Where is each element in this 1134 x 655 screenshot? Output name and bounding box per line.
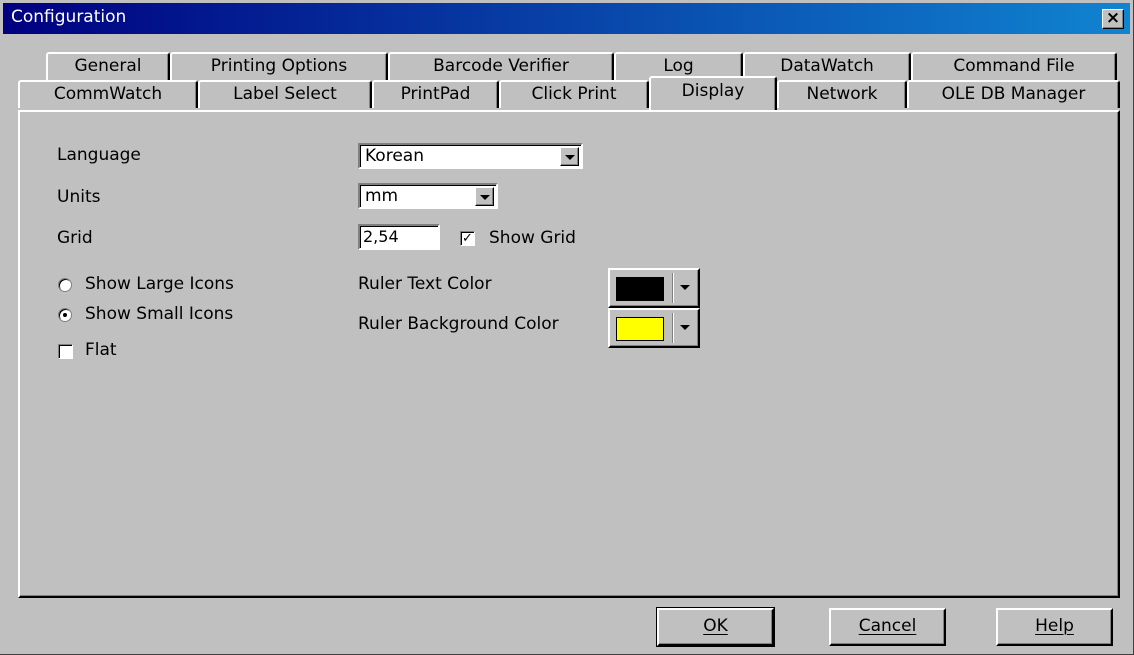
ruler-background-color-label: Ruler Background Color (358, 314, 559, 334)
language-value: Korean (365, 146, 424, 166)
tab-label: Network (806, 84, 878, 104)
ok-button[interactable]: OK (656, 607, 775, 647)
grid-value: 2,54 (363, 227, 399, 246)
tab-label: Barcode Verifier (433, 56, 569, 76)
separator (672, 313, 674, 343)
tab-label: PrintPad (400, 84, 471, 104)
tab-label: Command File (953, 56, 1075, 76)
grid-label: Grid (57, 228, 93, 248)
tab-label: OLE DB Manager (941, 84, 1086, 104)
tab-commwatch[interactable]: CommWatch (18, 80, 198, 108)
show-small-icons-label: Show Small Icons (85, 304, 234, 324)
tab-command-file[interactable]: Command File (911, 52, 1117, 80)
tab-printing-options[interactable]: Printing Options (170, 52, 388, 80)
chevron-down-icon[interactable] (680, 325, 690, 330)
help-label: Help (1035, 616, 1074, 636)
configuration-dialog: Configuration × General Printing Options… (0, 0, 1134, 655)
flat-checkbox[interactable] (58, 344, 73, 359)
tab-barcode-verifier[interactable]: Barcode Verifier (388, 52, 614, 80)
tab-label: Display (681, 81, 745, 101)
ok-label: OK (703, 616, 728, 636)
tab-click-print[interactable]: Click Print (499, 80, 649, 108)
tab-display[interactable]: Display (649, 76, 777, 110)
tab-ole-db-manager[interactable]: OLE DB Manager (907, 80, 1120, 108)
tab-label: Printing Options (210, 56, 348, 76)
units-value: mm (365, 186, 399, 206)
tab-label: CommWatch (53, 84, 163, 104)
close-icon: × (1105, 8, 1121, 28)
grid-input[interactable]: 2,54 (358, 224, 440, 250)
chevron-down-icon[interactable] (475, 187, 494, 206)
tab-printpad[interactable]: PrintPad (372, 80, 499, 108)
language-select[interactable]: Korean (358, 143, 583, 169)
flat-label: Flat (85, 340, 117, 360)
ruler-text-color-picker[interactable] (608, 268, 700, 308)
separator (672, 273, 674, 303)
show-grid-label: Show Grid (489, 228, 576, 248)
show-large-icons-radio[interactable] (58, 278, 72, 292)
window-title: Configuration (11, 7, 127, 27)
tab-general[interactable]: General (46, 52, 170, 80)
tab-label-select[interactable]: Label Select (198, 80, 372, 108)
tab-label: General (74, 56, 142, 76)
title-bar: Configuration × (3, 3, 1130, 34)
cancel-label: Cancel (858, 616, 917, 636)
ruler-background-color-swatch (616, 317, 664, 341)
units-label: Units (57, 187, 101, 207)
show-large-icons-label: Show Large Icons (85, 274, 234, 294)
tab-label: Click Print (531, 84, 617, 104)
tab-label: DataWatch (780, 56, 874, 76)
show-grid-checkbox[interactable]: ✓ (460, 231, 475, 246)
tab-network[interactable]: Network (777, 80, 907, 108)
ruler-text-color-swatch (616, 277, 664, 301)
language-label: Language (57, 145, 141, 165)
cancel-button[interactable]: Cancel (829, 608, 946, 646)
close-button[interactable]: × (1102, 9, 1124, 29)
display-tab-panel (18, 110, 1120, 598)
chevron-down-icon[interactable] (560, 147, 579, 166)
units-select[interactable]: mm (358, 183, 498, 209)
chevron-down-icon[interactable] (680, 285, 690, 290)
help-button[interactable]: Help (996, 608, 1113, 646)
tab-label: Label Select (233, 84, 337, 104)
show-small-icons-radio[interactable] (58, 308, 72, 322)
checkmark-icon: ✓ (462, 231, 473, 246)
ruler-background-color-picker[interactable] (608, 308, 700, 348)
ruler-text-color-label: Ruler Text Color (358, 274, 492, 294)
tab-label: Log (663, 56, 694, 76)
